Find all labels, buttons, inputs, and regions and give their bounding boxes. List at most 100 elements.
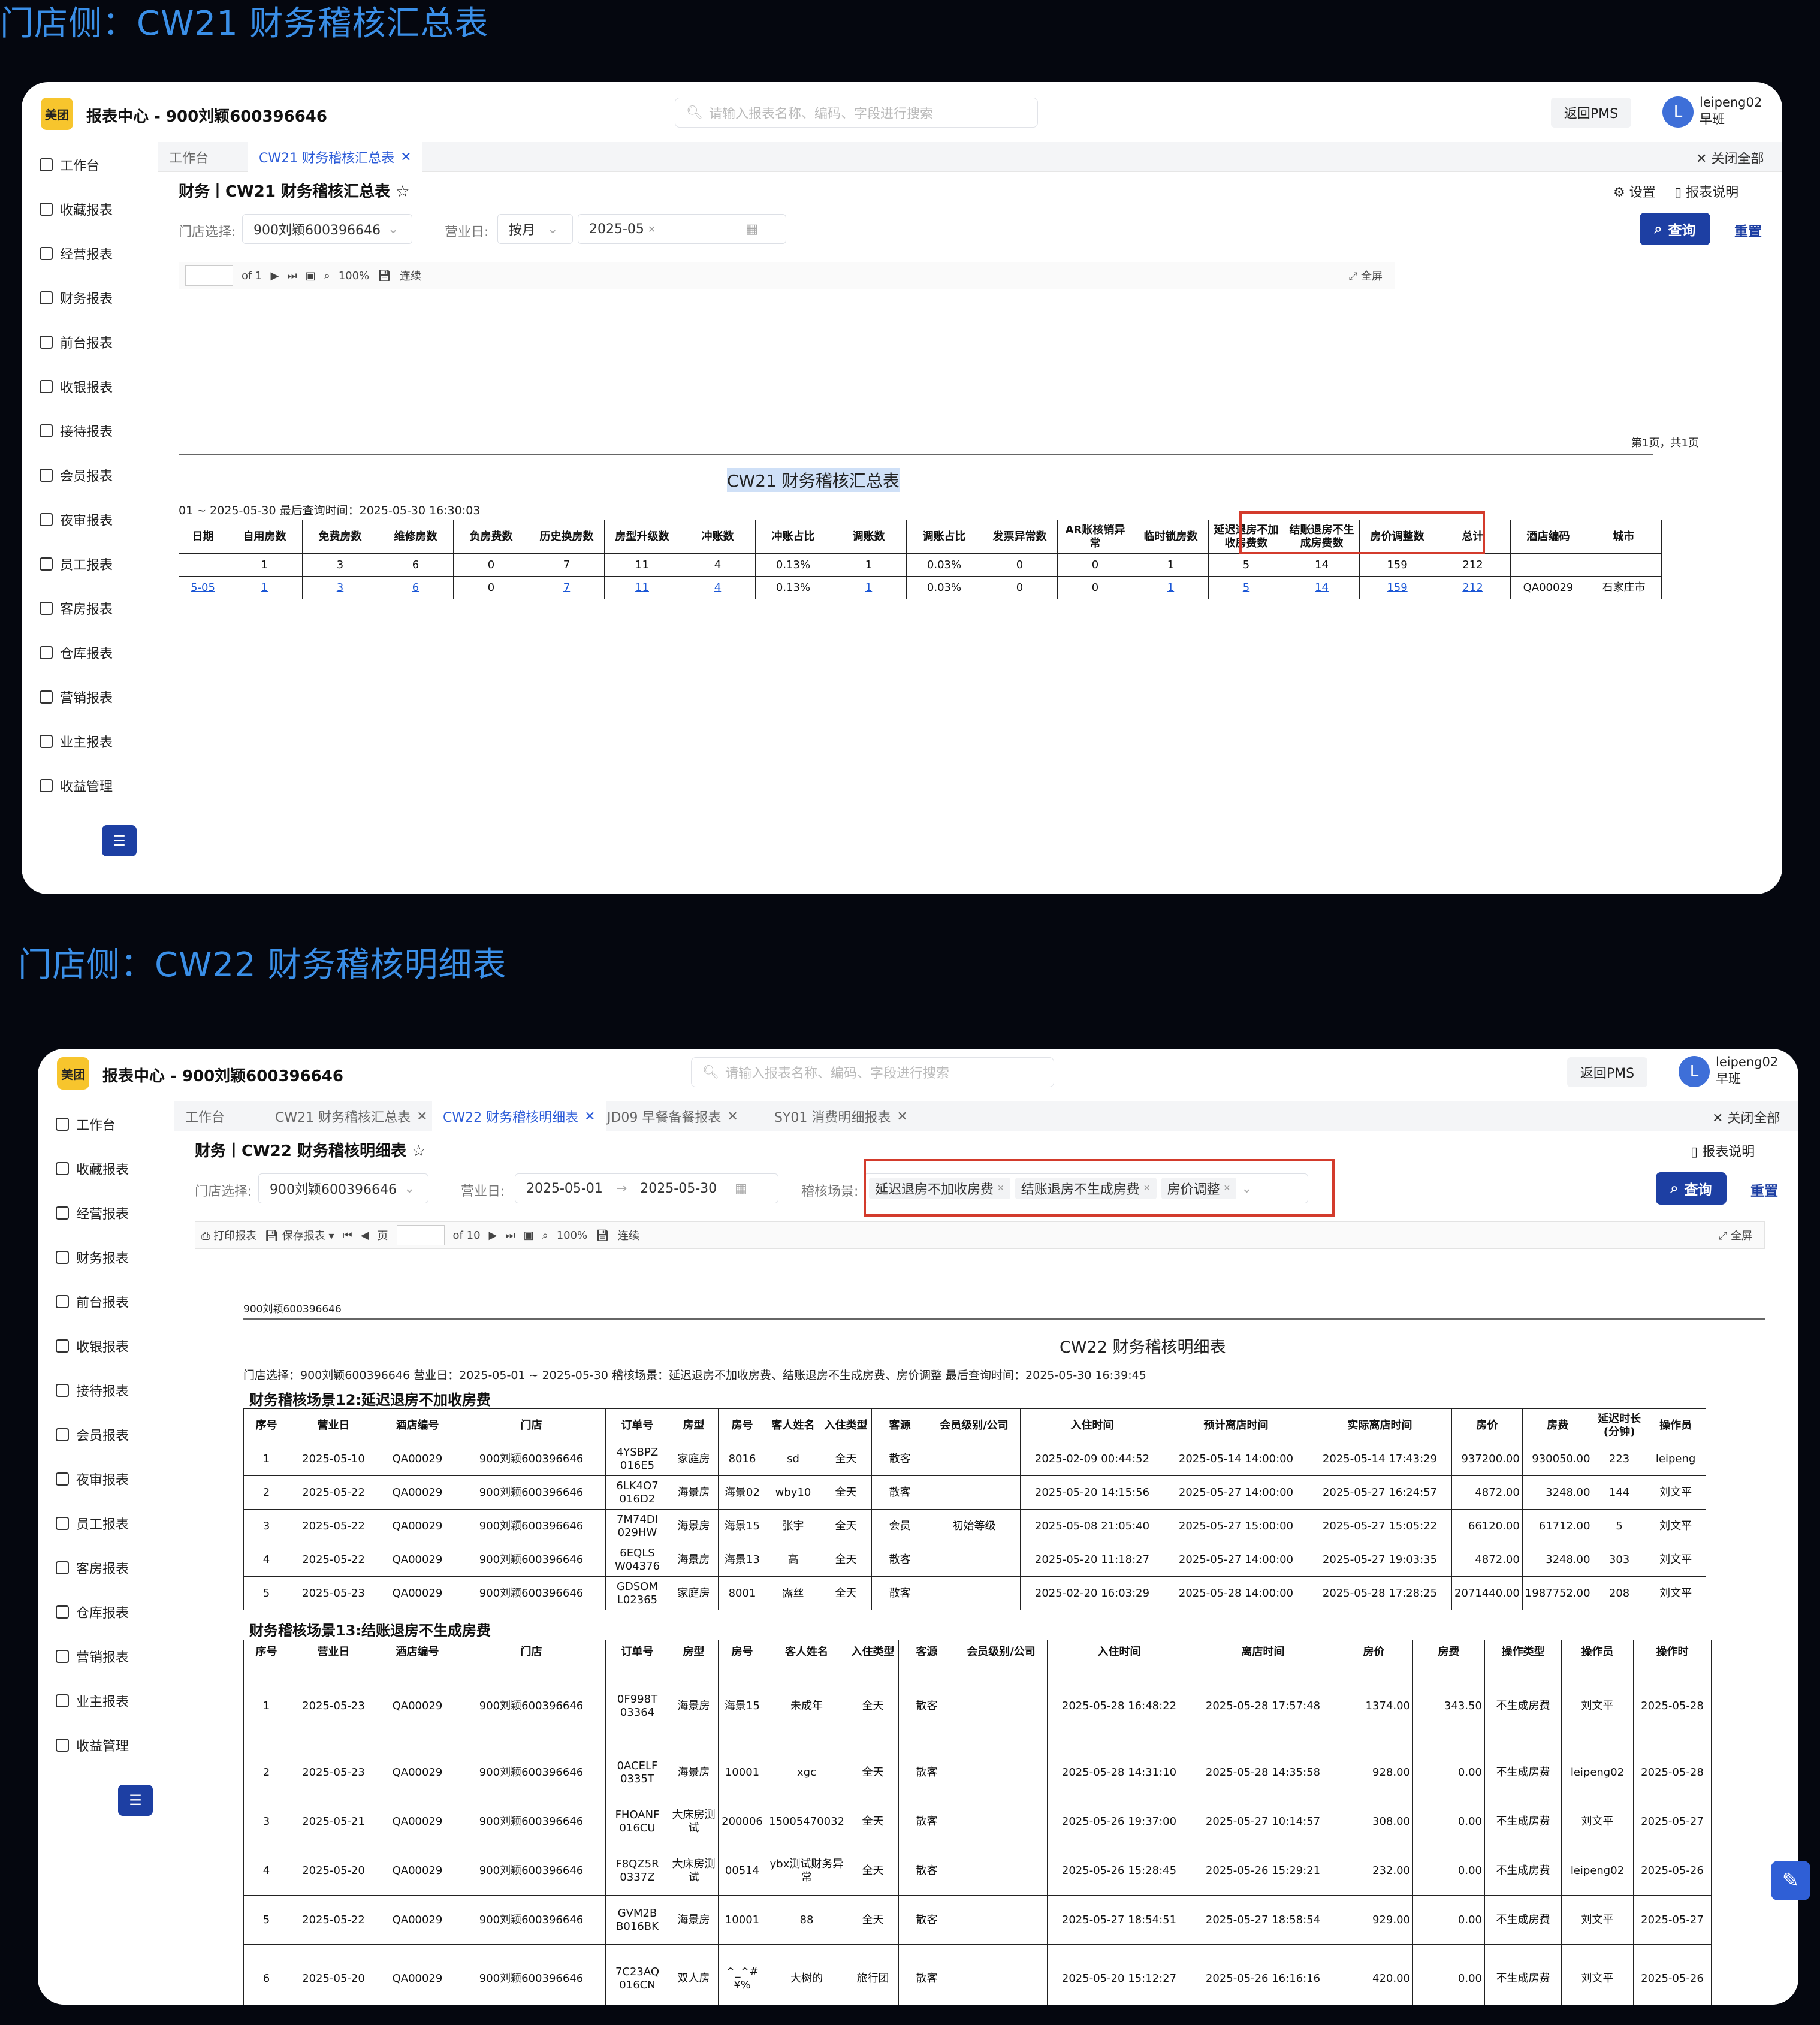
search-input[interactable]: 🔍︎ 请输入报表名称、编码、字段进行搜索 <box>691 1057 1054 1087</box>
reset-button[interactable]: 重置 <box>1734 220 1762 240</box>
next-page-icon[interactable]: ▶ <box>489 1229 497 1242</box>
settings-button[interactable]: ⚙ 设置 <box>1613 182 1656 201</box>
sidebar-item[interactable]: 夜审报表 <box>40 508 113 532</box>
sidebar-item[interactable]: 接待报表 <box>40 419 113 443</box>
report-desc-button[interactable]: ▯ 报表说明 <box>1691 1141 1755 1160</box>
store-select[interactable]: 900刘颖600396646 ⌄ <box>242 214 412 244</box>
table-cell[interactable]: 1 <box>1133 576 1209 599</box>
sidebar-item[interactable]: 前台报表 <box>40 330 113 354</box>
sidebar-item[interactable]: 收益管理 <box>56 1733 129 1757</box>
next-page-icon[interactable]: ▶ <box>271 270 279 282</box>
sidebar-item[interactable]: 仓库报表 <box>56 1600 129 1624</box>
sidebar-item[interactable]: 经营报表 <box>56 1201 129 1225</box>
star-icon[interactable]: ☆ <box>396 183 409 201</box>
close-icon[interactable]: ✕ <box>727 1109 738 1124</box>
star-icon[interactable]: ☆ <box>412 1142 425 1160</box>
close-all-button[interactable]: ✕ 关闭全部 <box>1696 148 1764 167</box>
table-cell[interactable]: 5 <box>1208 576 1284 599</box>
sidebar-item[interactable]: 工作台 <box>56 1112 116 1136</box>
fullscreen-button[interactable]: ⤢ 全屏 <box>1349 268 1383 283</box>
close-icon[interactable]: ✕ <box>400 150 411 165</box>
sidebar-item[interactable]: 财务报表 <box>56 1245 129 1269</box>
sidebar-item[interactable]: 会员报表 <box>56 1423 129 1447</box>
search-input[interactable]: 🔍︎ 请输入报表名称、编码、字段进行搜索 <box>675 98 1038 128</box>
zoom-icon[interactable]: ⌕ <box>542 1229 548 1242</box>
tab-workbench[interactable]: 工作台 <box>158 142 219 172</box>
table-cell[interactable]: 4 <box>680 576 756 599</box>
store-select[interactable]: 900刘颖600396646 ⌄ <box>258 1173 428 1203</box>
continuous-mode[interactable]: 连续 <box>400 268 421 283</box>
tab-cw22[interactable]: CW22 财务稽核明细表 ✕ <box>432 1101 606 1131</box>
user-info[interactable]: leipeng02 早班 <box>1700 94 1762 128</box>
sidebar-collapse-button[interactable]: ☰ <box>102 825 137 856</box>
return-pms-button[interactable]: 返回PMS <box>1567 1057 1647 1087</box>
sidebar-item[interactable]: 夜审报表 <box>56 1467 129 1491</box>
sidebar-item[interactable]: 客房报表 <box>40 596 113 620</box>
sidebar-collapse-button[interactable]: ☰ <box>118 1785 153 1816</box>
table-cell[interactable]: 7 <box>529 576 605 599</box>
sidebar-item[interactable]: 仓库报表 <box>40 641 113 665</box>
continuous-mode[interactable]: 连续 <box>618 1227 639 1243</box>
month-picker[interactable]: 2025-05 ✕ ▦ <box>578 214 786 244</box>
fit-page-icon[interactable]: ▣ <box>524 1229 534 1242</box>
sidebar-item[interactable]: 会员报表 <box>40 463 113 487</box>
sidebar-item[interactable]: 客房报表 <box>56 1556 129 1580</box>
first-page-icon[interactable]: ⏮ <box>343 1229 352 1242</box>
report-desc-button[interactable]: ▯ 报表说明 <box>1674 182 1738 201</box>
return-pms-button[interactable]: 返回PMS <box>1551 98 1631 128</box>
table-cell[interactable]: 6 <box>378 576 454 599</box>
fit-page-icon[interactable]: ▣ <box>306 270 316 282</box>
save-icon[interactable]: 💾︎ <box>378 270 391 282</box>
sidebar-item[interactable]: 工作台 <box>40 153 99 177</box>
feedback-float-button[interactable]: ✎ <box>1771 1861 1810 1900</box>
avatar[interactable]: L <box>1679 1056 1710 1087</box>
sidebar-item[interactable]: 经营报表 <box>40 242 113 265</box>
query-button[interactable]: ⌕ 查询 <box>1640 213 1710 245</box>
zoom-icon[interactable]: ⌕ <box>324 270 330 282</box>
date-range-picker[interactable]: 2025-05-01 → 2025-05-30 ▦ <box>515 1173 778 1203</box>
sidebar-item[interactable]: 收益管理 <box>40 774 113 798</box>
fullscreen-button[interactable]: ⤢ 全屏 <box>1719 1227 1752 1243</box>
tab-workbench[interactable]: 工作台 <box>174 1101 236 1131</box>
save-icon[interactable]: 💾︎ <box>596 1229 609 1242</box>
page-number-input[interactable] <box>396 1225 445 1245</box>
tab-jd09[interactable]: JD09 早餐备餐报表 ✕ <box>596 1101 749 1131</box>
close-icon[interactable]: ✕ <box>897 1109 907 1124</box>
last-page-icon[interactable]: ⏭ <box>505 1229 515 1242</box>
print-button[interactable]: ⎙ 打印报表 <box>201 1227 256 1243</box>
close-icon[interactable]: ✕ <box>416 1109 427 1124</box>
sidebar-item[interactable]: 收银报表 <box>40 375 113 399</box>
period-mode-select[interactable]: 按月 ⌄ <box>497 214 573 244</box>
table-cell[interactable]: 5-05 <box>179 576 227 599</box>
sidebar-item[interactable]: 业主报表 <box>56 1689 129 1713</box>
sidebar-item[interactable]: 收藏报表 <box>40 197 113 221</box>
table-cell[interactable]: 1 <box>227 576 303 599</box>
close-all-button[interactable]: ✕ 关闭全部 <box>1712 1107 1780 1127</box>
zoom-level[interactable]: 100% <box>339 270 369 282</box>
page-number-input[interactable] <box>185 265 233 286</box>
table-cell[interactable]: 11 <box>604 576 680 599</box>
sidebar-item[interactable]: 接待报表 <box>56 1378 129 1402</box>
table-cell[interactable]: 212 <box>1435 576 1511 599</box>
user-info[interactable]: leipeng02 早班 <box>1716 1054 1778 1087</box>
save-report-button[interactable]: 💾︎ 保存报表 ▾ <box>265 1227 334 1243</box>
sidebar-item[interactable]: 财务报表 <box>40 286 113 310</box>
sidebar-item[interactable]: 业主报表 <box>40 729 113 753</box>
prev-page-icon[interactable]: ◀ <box>361 1229 369 1242</box>
tab-sy01[interactable]: SY01 消费明细报表 ✕ <box>763 1101 919 1131</box>
table-cell[interactable]: 159 <box>1359 576 1435 599</box>
zoom-level[interactable]: 100% <box>557 1229 587 1242</box>
close-icon[interactable]: ✕ <box>584 1109 595 1124</box>
table-cell[interactable]: 1 <box>831 576 907 599</box>
sidebar-item[interactable]: 收银报表 <box>56 1334 129 1358</box>
table-cell[interactable]: 3 <box>302 576 378 599</box>
tab-cw21[interactable]: CW21 财务稽核汇总表 ✕ <box>248 142 422 172</box>
close-icon[interactable]: ✕ <box>648 224 656 235</box>
sidebar-item[interactable]: 营销报表 <box>56 1644 129 1668</box>
last-page-icon[interactable]: ⏭ <box>287 270 297 282</box>
reset-button[interactable]: 重置 <box>1750 1179 1778 1200</box>
table-cell[interactable]: 14 <box>1284 576 1360 599</box>
avatar[interactable]: L <box>1662 96 1694 128</box>
sidebar-item[interactable]: 前台报表 <box>56 1290 129 1314</box>
sidebar-item[interactable]: 营销报表 <box>40 685 113 709</box>
